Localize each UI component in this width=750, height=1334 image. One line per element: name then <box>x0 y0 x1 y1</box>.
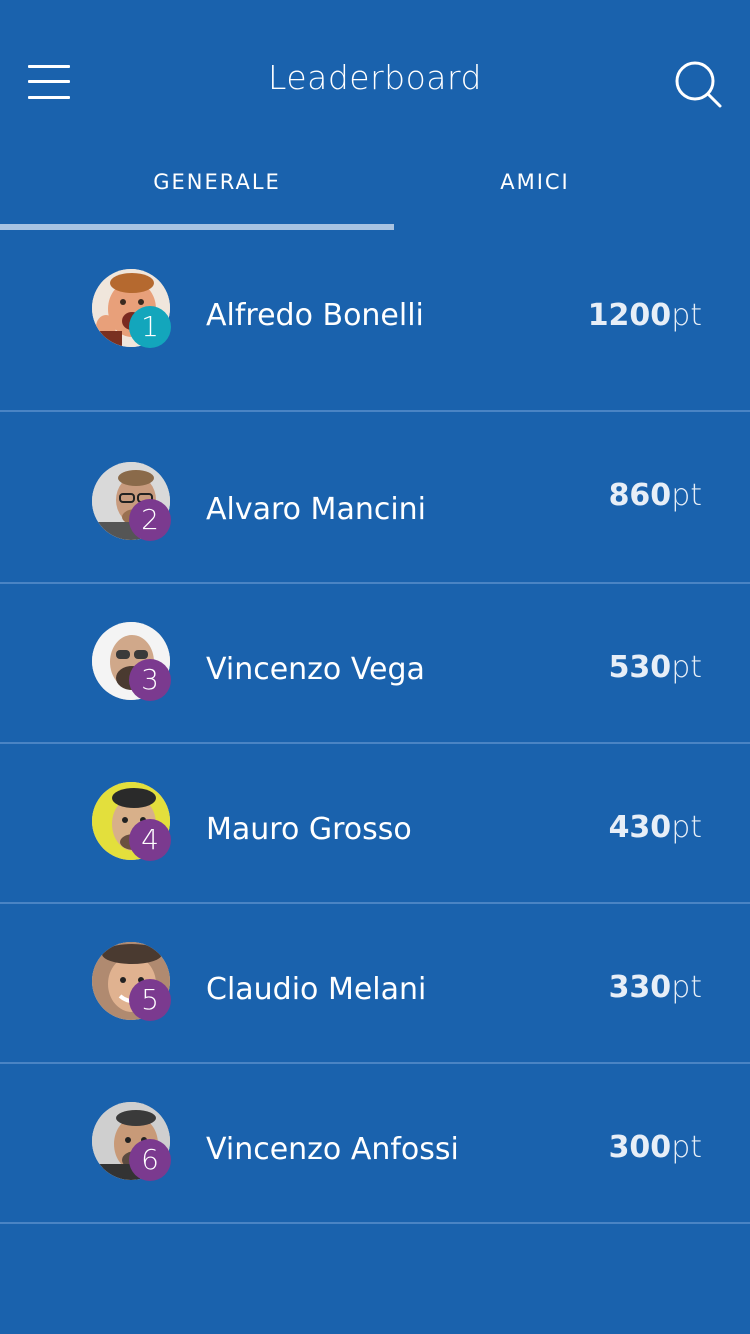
player-name: Mauro Grosso <box>206 812 412 847</box>
score-unit: pt <box>671 1130 702 1165</box>
active-tab-indicator <box>0 224 394 230</box>
rank-badge: 1 <box>129 306 171 348</box>
rank-badge: 4 <box>129 819 171 861</box>
player-score: 530pt <box>609 650 702 685</box>
score-value: 330 <box>608 970 672 1005</box>
leaderboard-row[interactable]: 3 Vincenzo Vega 530pt <box>0 584 750 744</box>
page-title: Leaderboard <box>268 58 482 97</box>
score-value: 300 <box>608 1130 672 1165</box>
leaderboard-row[interactable]: 2 Alvaro Mancini 860pt <box>0 412 750 584</box>
rank-badge: 5 <box>129 979 171 1021</box>
player-score: 300pt <box>609 1130 702 1165</box>
player-score: 860pt <box>609 478 702 513</box>
score-value: 530 <box>608 650 672 685</box>
avatar: 5 <box>92 942 171 1021</box>
avatar: 2 <box>92 462 171 541</box>
rank-badge: 6 <box>129 1139 171 1181</box>
score-value: 430 <box>608 810 672 845</box>
rank-badge: 3 <box>129 659 171 701</box>
avatar: 6 <box>92 1102 171 1181</box>
player-name: Alfredo Bonelli <box>206 298 424 333</box>
leaderboard-row[interactable]: 5 Claudio Melani 330pt <box>0 904 750 1064</box>
score-unit: pt <box>671 478 702 513</box>
score-unit: pt <box>671 810 702 845</box>
avatar: 4 <box>92 782 171 861</box>
score-unit: pt <box>671 970 702 1005</box>
search-icon[interactable] <box>674 60 724 110</box>
player-name: Vincenzo Vega <box>206 652 425 687</box>
score-value: 860 <box>608 478 672 513</box>
player-name: Claudio Melani <box>206 972 427 1007</box>
score-value: 1200 <box>587 298 672 333</box>
tab-generale[interactable]: GENERALE <box>0 170 434 194</box>
avatar: 3 <box>92 622 171 701</box>
leaderboard-tabs: GENERALE AMICI <box>0 150 750 230</box>
player-name: Vincenzo Anfossi <box>206 1132 459 1167</box>
leaderboard-row[interactable]: 6 Vincenzo Anfossi 300pt <box>0 1064 750 1224</box>
score-unit: pt <box>671 650 702 685</box>
player-score: 1200pt <box>588 298 702 333</box>
leaderboard-row[interactable]: 1 Alfredo Bonelli 1200pt <box>0 250 750 412</box>
player-score: 330pt <box>609 970 702 1005</box>
avatar: 1 <box>92 269 171 348</box>
tab-amici[interactable]: AMICI <box>390 170 680 194</box>
app-header: Leaderboard <box>0 0 750 150</box>
leaderboard-row[interactable]: 4 Mauro Grosso 430pt <box>0 744 750 904</box>
player-score: 430pt <box>609 810 702 845</box>
rank-badge: 2 <box>129 499 171 541</box>
player-name: Alvaro Mancini <box>206 492 427 527</box>
score-unit: pt <box>671 298 702 333</box>
